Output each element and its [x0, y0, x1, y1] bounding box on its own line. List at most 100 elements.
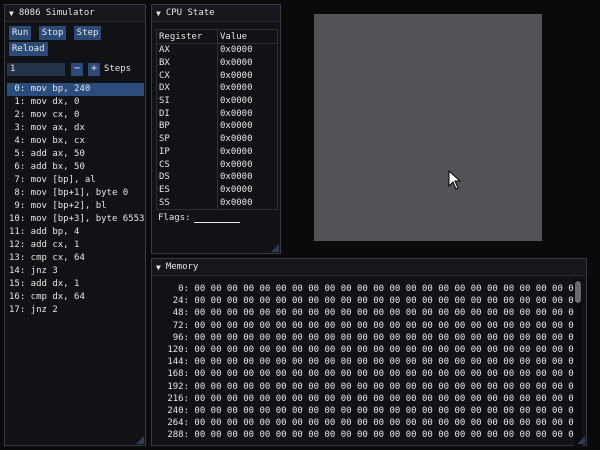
register-value: 0x0000 [217, 56, 278, 70]
collapse-triangle-icon[interactable]: ▼ [9, 9, 14, 18]
steps-increment-button[interactable]: + [88, 63, 100, 76]
flags-value [193, 214, 240, 223]
control-buttons: Run Stop Step [9, 26, 102, 40]
register-name: IP [156, 145, 218, 159]
register-row: SP 0x0000 [156, 132, 278, 146]
memory-scrollbar[interactable] [574, 279, 582, 447]
resize-grip-icon[interactable] [136, 436, 144, 444]
code-line[interactable]: 8: mov [bp+1], byte 0 [7, 187, 144, 200]
collapse-triangle-icon[interactable]: ▼ [156, 9, 161, 18]
register-row: AX 0x0000 [156, 43, 278, 57]
code-line[interactable]: 0: mov bp, 240 [7, 83, 144, 96]
register-value: 0x0000 [217, 69, 278, 83]
memory-row: 24: 00 00 00 00 00 00 00 00 00 00 00 00 … [156, 295, 579, 307]
steps-decrement-button[interactable]: − [71, 63, 83, 76]
register-row: ES 0x0000 [156, 183, 278, 197]
cpu-state-title: CPU State [165, 8, 215, 18]
register-name: CS [156, 158, 218, 171]
code-line[interactable]: 1: mov dx, 0 [7, 96, 144, 109]
register-row: BP 0x0000 [156, 120, 278, 133]
register-value: 0x0000 [217, 158, 278, 171]
memory-address: 264: [167, 418, 189, 429]
memory-bytes: 00 00 00 00 00 00 00 00 00 00 00 00 00 0… [194, 430, 580, 441]
memory-bytes: 00 00 00 00 00 00 00 00 00 00 00 00 00 0… [194, 381, 580, 392]
memory-bytes: 00 00 00 00 00 00 00 00 00 00 00 00 00 0… [194, 369, 580, 380]
memory-bytes: 00 00 00 00 00 00 00 00 00 00 00 00 00 0… [194, 320, 580, 331]
code-line[interactable]: 12: add cx, 1 [7, 239, 144, 252]
code-line[interactable]: 17: jnz 2 [7, 304, 144, 317]
memory-title: Memory [165, 262, 199, 272]
code-line[interactable]: 4: mov bx, cx [7, 135, 144, 148]
memory-row: 240: 00 00 00 00 00 00 00 00 00 00 00 00… [156, 405, 579, 417]
memory-address: 72: [172, 320, 189, 331]
step-button[interactable]: Step [73, 26, 102, 40]
memory-address: 24: [172, 296, 189, 307]
run-button[interactable]: Run [9, 26, 32, 40]
code-line[interactable]: 11: add bp, 4 [7, 226, 144, 239]
code-line[interactable]: 15: add dx, 1 [7, 278, 144, 291]
memory-row: 168: 00 00 00 00 00 00 00 00 00 00 00 00… [156, 368, 579, 380]
register-row: CX 0x0000 [156, 69, 278, 83]
simulator-titlebar[interactable]: ▼ 8086 Simulator [5, 5, 145, 22]
register-value: 0x0000 [217, 120, 278, 133]
flags-readout: Flags: [158, 213, 240, 223]
stop-button[interactable]: Stop [38, 26, 67, 40]
register-name: ES [156, 183, 218, 197]
code-line[interactable]: 16: cmp dx, 64 [7, 291, 144, 304]
register-value: 0x0000 [217, 183, 278, 197]
collapse-triangle-icon[interactable]: ▼ [156, 263, 161, 272]
memory-scrollbar-thumb[interactable] [575, 281, 581, 303]
memory-address: 288: [167, 430, 189, 441]
code-line[interactable]: 3: mov ax, dx [7, 122, 144, 135]
memory-address: 48: [172, 308, 189, 319]
register-row: DI 0x0000 [156, 107, 278, 121]
register-name: DI [156, 107, 218, 121]
code-line[interactable]: 9: mov [bp+2], bl [7, 200, 144, 213]
memory-dump: 0: 00 00 00 00 00 00 00 00 00 00 00 00 0… [156, 283, 579, 441]
resize-grip-icon[interactable] [577, 436, 585, 444]
register-value: 0x0000 [217, 170, 278, 184]
register-row: SS 0x0000 [156, 196, 278, 210]
register-value: 0x0000 [217, 82, 278, 95]
code-list: 0: mov bp, 240 1: mov dx, 0 2: mov cx, 0… [7, 83, 144, 317]
steps-label: Steps [104, 64, 132, 74]
display-screen[interactable] [314, 14, 542, 241]
register-column-header: Register [156, 29, 218, 44]
code-line[interactable]: 5: add ax, 50 [7, 148, 144, 161]
memory-bytes: 00 00 00 00 00 00 00 00 00 00 00 00 00 0… [194, 296, 580, 307]
cpu-state-window: ▼ CPU State Register Value AX 0x0000 BX 0x… [151, 4, 281, 254]
cpu-state-titlebar[interactable]: ▼ CPU State [152, 5, 280, 22]
register-name: SP [156, 132, 218, 146]
register-row: DS 0x0000 [156, 170, 278, 184]
steps-input[interactable]: 1 [7, 63, 65, 76]
memory-address: 168: [167, 369, 189, 380]
code-line[interactable]: 2: mov cx, 0 [7, 109, 144, 122]
register-value: 0x0000 [217, 94, 278, 108]
memory-bytes: 00 00 00 00 00 00 00 00 00 00 00 00 00 0… [194, 344, 580, 355]
reload-button[interactable]: Reload [9, 42, 48, 56]
register-name: DX [156, 82, 218, 95]
memory-row: 144: 00 00 00 00 00 00 00 00 00 00 00 00… [156, 356, 579, 368]
memory-address: 96: [172, 332, 189, 343]
resize-grip-icon[interactable] [271, 244, 279, 252]
memory-bytes: 00 00 00 00 00 00 00 00 00 00 00 00 00 0… [194, 284, 580, 294]
memory-address: 120: [167, 344, 189, 355]
code-line[interactable]: 13: cmp cx, 64 [7, 252, 144, 265]
register-name: BX [156, 56, 218, 70]
register-value: 0x0000 [217, 43, 278, 57]
code-line[interactable]: 6: add bx, 50 [7, 161, 144, 174]
memory-row: 96: 00 00 00 00 00 00 00 00 00 00 00 00 … [156, 332, 579, 344]
code-line[interactable]: 10: mov [bp+3], byte 65535 [7, 213, 144, 226]
memory-row: 48: 00 00 00 00 00 00 00 00 00 00 00 00 … [156, 307, 579, 319]
memory-address: 144: [167, 357, 189, 368]
register-row: IP 0x0000 [156, 145, 278, 159]
code-line[interactable]: 14: jnz 3 [7, 265, 144, 278]
register-name: SI [156, 94, 218, 108]
memory-row: 216: 00 00 00 00 00 00 00 00 00 00 00 00… [156, 393, 579, 405]
register-value: 0x0000 [217, 107, 278, 121]
mouse-pointer-icon [448, 170, 462, 190]
memory-titlebar[interactable]: ▼ Memory [152, 259, 586, 276]
flags-label: Flags: [158, 213, 191, 223]
code-line[interactable]: 7: mov [bp], al [7, 174, 144, 187]
register-table-header: Register Value [156, 29, 278, 44]
